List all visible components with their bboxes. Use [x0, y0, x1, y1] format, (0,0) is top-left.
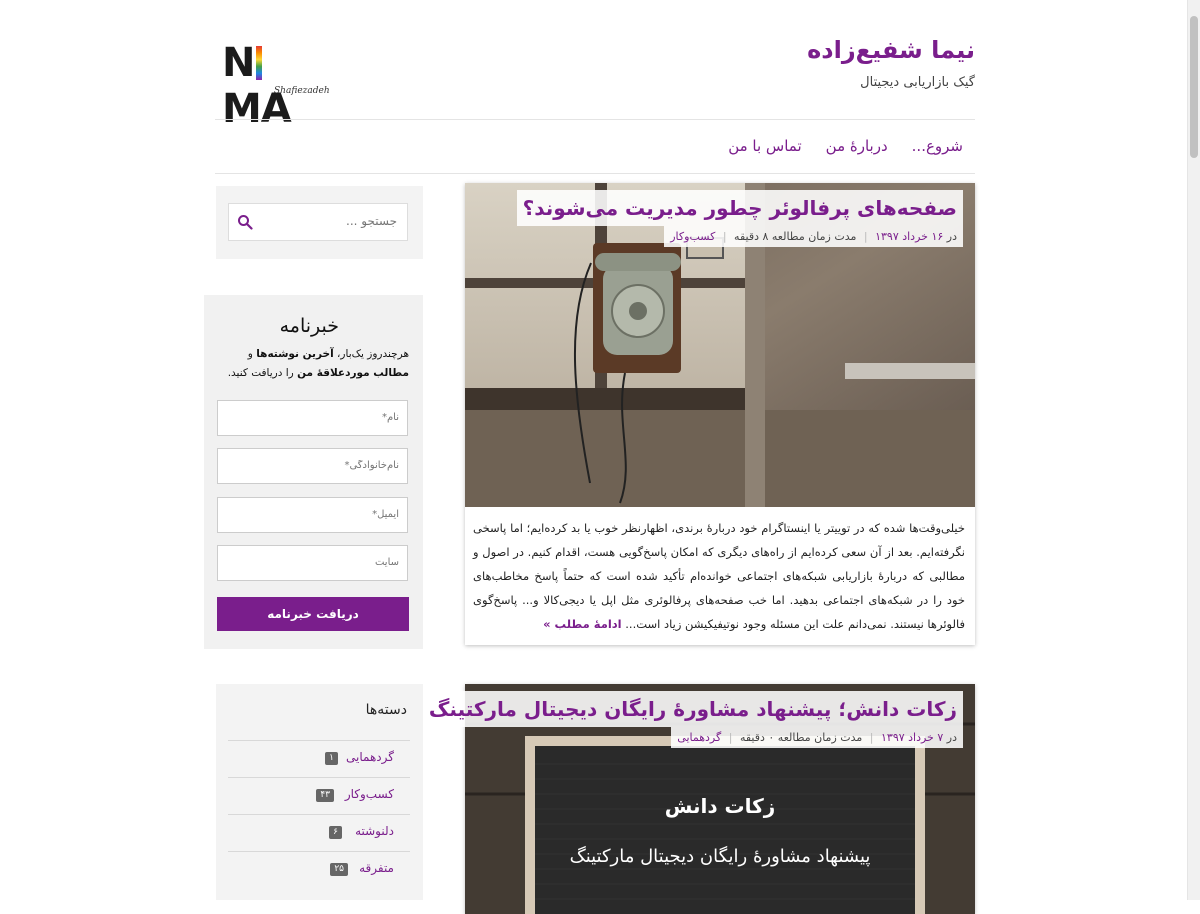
post-date-prefix: در	[946, 230, 957, 243]
category-item[interactable]: دلنوشته ۶	[228, 814, 410, 851]
post-header: زکات دانش؛ پیشنهاد مشاورهٔ رایگان دیجیتا…	[422, 691, 963, 748]
post-category-link[interactable]: کسب‌وکار	[670, 230, 715, 243]
categories-list: گردهمایی ۱ کسب‌وکار ۴۳ دلنوشته ۶ متفرقه …	[228, 740, 410, 888]
email-field[interactable]	[227, 508, 401, 521]
post-title[interactable]: صفحه‌های پرفالوئر چطور مدیریت می‌شوند؟	[516, 190, 963, 226]
post-card: زکات دانش پیشنهاد مشاورهٔ رایگان دیجیتال…	[422, 684, 975, 914]
page-scrollbar[interactable]	[1187, 0, 1200, 900]
subscribe-button[interactable]: دریافت خبرنامه	[217, 597, 409, 631]
category-count-badge: ۲۵	[330, 863, 348, 876]
search-input[interactable]	[265, 213, 399, 229]
post-date[interactable]: ۱۶ خرداد ۱۳۹۷	[875, 230, 943, 243]
category-name[interactable]: کسب‌وکار	[345, 787, 394, 801]
site-logo[interactable]: NMA Shafiezadeh	[222, 40, 330, 132]
newsletter-title: خبرنامه	[279, 315, 339, 337]
category-item[interactable]: کسب‌وکار ۴۳	[228, 777, 410, 814]
image-text-line2: پیشنهاد مشاورهٔ رایگان دیجیتال مارکتینگ	[569, 846, 871, 867]
last-name-field-box	[217, 448, 408, 484]
search-widget	[216, 186, 423, 259]
main-nav: شروع... دربارهٔ من تماس با من	[728, 137, 963, 155]
meta-separator: |	[728, 731, 733, 744]
post-reading-time: مدت زمان مطالعه ۰ دقیقه	[739, 731, 863, 744]
meta-separator: |	[722, 230, 727, 243]
logo-subtext: Shafiezadeh	[274, 86, 330, 96]
post-header: صفحه‌های پرفالوئر چطور مدیریت می‌شوند؟ د…	[516, 190, 963, 247]
last-name-field[interactable]	[227, 459, 401, 472]
categories-widget: دسته‌ها گردهمایی ۱ کسب‌وکار ۴۳ دلنوشته ۶…	[216, 684, 423, 900]
nav-item-contact[interactable]: تماس با من	[728, 137, 801, 155]
first-name-field-box	[217, 400, 408, 436]
category-name[interactable]: متفرقه	[359, 861, 394, 875]
nav-item-about[interactable]: دربارهٔ من	[826, 137, 888, 155]
category-item[interactable]: گردهمایی ۱	[228, 740, 410, 777]
category-name[interactable]: دلنوشته	[355, 824, 394, 838]
post-date[interactable]: ۷ خرداد ۱۳۹۷	[881, 731, 943, 744]
site-tagline: گیک بازاریابی دیجیتال	[860, 75, 975, 90]
meta-separator: |	[869, 731, 874, 744]
search-icon[interactable]	[237, 214, 253, 230]
search-box	[228, 203, 408, 241]
newsletter-widget: خبرنامه هرچندروز یک‌بار، آخرین نوشته‌ها …	[204, 295, 423, 649]
site-title[interactable]: نیما شفیع‌زاده	[807, 36, 975, 64]
nav-item-start[interactable]: شروع...	[912, 137, 963, 155]
newsletter-description: هرچندروز یک‌بار، آخرین نوشته‌ها و مطالب …	[227, 348, 409, 379]
read-more-link[interactable]: ادامهٔ مطلب »	[543, 617, 622, 631]
post-card: صفحه‌های پرفالوئر چطور مدیریت می‌شوند؟ د…	[465, 183, 975, 645]
category-count-badge: ۶	[329, 826, 342, 839]
category-name[interactable]: گردهمایی	[346, 750, 394, 764]
post-meta: در ۱۶ خرداد ۱۳۹۷ | مدت زمان مطالعه ۸ دقی…	[664, 226, 963, 247]
nav-divider	[215, 173, 975, 174]
header-divider	[215, 119, 975, 120]
website-field-box	[217, 545, 408, 581]
category-count-badge: ۴۳	[316, 789, 334, 802]
image-text-line1: زکات دانش	[664, 794, 776, 818]
post-excerpt: خیلی‌وقت‌ها شده که در توییتر یا اینستاگر…	[473, 521, 965, 631]
first-name-field[interactable]	[227, 411, 401, 424]
post-meta: در ۷ خرداد ۱۳۹۷ | مدت زمان مطالعه ۰ دقیق…	[671, 727, 963, 748]
category-count-badge: ۱	[325, 752, 338, 765]
scrollbar-thumb[interactable]	[1190, 16, 1198, 158]
category-item[interactable]: متفرقه ۲۵	[228, 851, 410, 888]
email-field-box	[217, 497, 408, 533]
categories-title: دسته‌ها	[365, 702, 407, 718]
website-field[interactable]	[227, 556, 401, 569]
post-category-link[interactable]: گردهمایی	[677, 731, 721, 744]
post-reading-time: مدت زمان مطالعه ۸ دقیقه	[734, 230, 857, 243]
post-title[interactable]: زکات دانش؛ پیشنهاد مشاورهٔ رایگان دیجیتا…	[422, 691, 963, 727]
post-date-prefix: در	[946, 731, 957, 744]
meta-separator: |	[863, 230, 868, 243]
